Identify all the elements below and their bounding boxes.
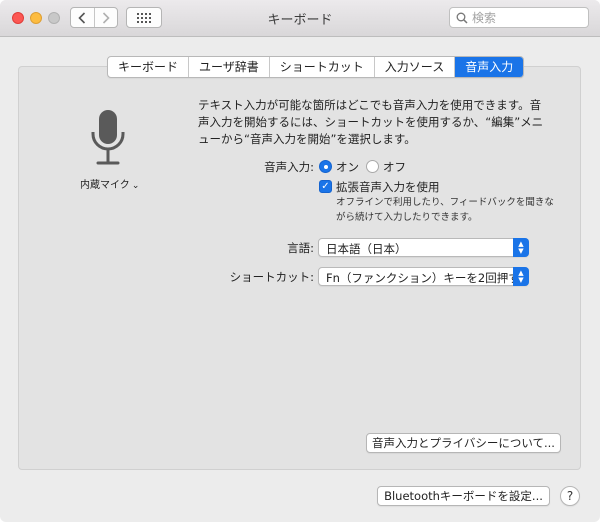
tab-bar: キーボード ユーザ辞書 ショートカット 入力ソース 音声入力 (107, 56, 525, 78)
dictation-off-radio[interactable] (366, 160, 379, 173)
language-value: 日本語（日本） (326, 242, 407, 256)
microphone-icon (91, 110, 125, 165)
dictation-off-label: オフ (383, 160, 406, 174)
shortcut-label: ショートカット: (229, 270, 314, 284)
tab-dictation[interactable]: 音声入力 (454, 57, 524, 77)
dictation-label: 音声入力: (264, 160, 314, 174)
privacy-button[interactable]: 音声入力とプライバシーについて... (366, 433, 561, 453)
language-label: 言語: (287, 241, 314, 255)
preferences-window: キーボード キーボード ユーザ辞書 ショートカット 入力ソース 音声入力 内蔵マ… (0, 0, 600, 522)
title-bar: キーボード (0, 0, 600, 37)
search-icon (456, 12, 468, 24)
enhanced-dictation-checkbox[interactable]: ✓ (319, 180, 332, 193)
help-button[interactable]: ? (560, 486, 580, 506)
tab-keyboard[interactable]: キーボード (108, 57, 188, 77)
shortcut-value: Fn（ファンクション）キーを2回押す (326, 271, 520, 285)
mic-source-label: 内蔵マイク (80, 180, 130, 191)
tab-user-dictionary[interactable]: ユーザ辞書 (188, 57, 269, 77)
language-popup[interactable]: 日本語（日本） ▲ ▼ (318, 238, 529, 257)
dictation-on-label: オン (336, 160, 359, 174)
tab-input-sources[interactable]: 入力ソース (373, 57, 454, 77)
enhanced-dictation-label: 拡張音声入力を使用 (336, 180, 440, 194)
chevron-down-icon: ⌄ (131, 181, 140, 191)
popup-arrows-icon: ▲ ▼ (513, 267, 529, 286)
dictation-description: テキスト入力が可能な箇所はどこでも音声入力を使用できます。音声入力を開始するには… (198, 98, 544, 146)
tab-shortcuts[interactable]: ショートカット (268, 57, 374, 77)
shortcut-popup[interactable]: Fn（ファンクション）キーを2回押す ▲ ▼ (318, 267, 529, 286)
bluetooth-keyboard-button[interactable]: Bluetoothキーボードを設定... (377, 486, 550, 506)
mic-source-selector[interactable]: 内蔵マイク ⌄ (80, 176, 139, 191)
enhanced-dictation-note: オフラインで利用したり、フィードバックを聞きながら続けて入力したりできます。 (336, 197, 554, 223)
popup-arrows-icon: ▲ ▼ (513, 238, 529, 257)
search-field[interactable] (449, 7, 589, 28)
checkmark-icon: ✓ (321, 180, 330, 192)
search-input[interactable] (468, 10, 582, 25)
dictation-on-radio[interactable] (319, 160, 332, 173)
